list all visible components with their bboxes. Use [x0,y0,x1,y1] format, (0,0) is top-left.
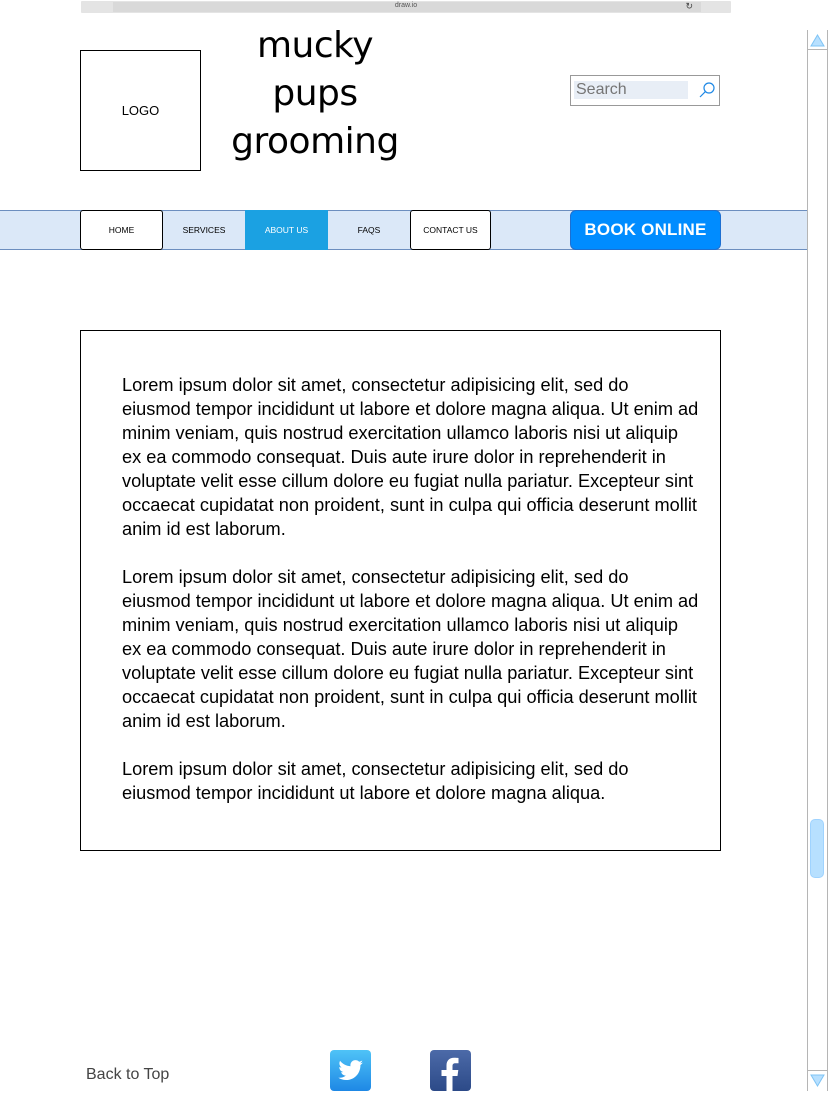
site-title-line: pups [272,73,358,114]
search-icon[interactable] [698,81,716,99]
nav-faqs[interactable]: FAQS [328,210,410,250]
browser-url: draw.io [394,2,418,9]
browser-address-bar[interactable]: draw.io ↻ [81,1,731,13]
twitter-icon[interactable] [330,1050,371,1091]
scroll-thumb[interactable] [810,819,824,878]
scroll-up-button[interactable] [808,31,827,50]
content-paragraph: Lorem ipsum dolor sit amet, consectetur … [122,375,699,539]
content-paragraph: Lorem ipsum dolor sit amet, consectetur … [122,759,629,803]
facebook-icon[interactable] [430,1050,471,1091]
site-title-line: mucky [256,25,374,66]
arrow-down-icon [810,1074,825,1087]
site-title-line: grooming [231,121,399,162]
vertical-scrollbar[interactable] [807,30,828,1091]
reload-icon[interactable]: ↻ [685,1,693,12]
search-box[interactable] [570,75,720,106]
scroll-down-button[interactable] [808,1070,827,1089]
logo-placeholder[interactable]: LOGO [80,50,201,171]
logo-label: LOGO [121,103,160,118]
nav-home[interactable]: HOME [80,210,163,250]
nav-contact-us[interactable]: CONTACT US [410,210,491,250]
arrow-up-icon [810,34,825,47]
site-title: mucky pups grooming [215,22,415,166]
book-online-button[interactable]: BOOK ONLINE [570,210,721,250]
content-panel: Lorem ipsum dolor sit amet, consectetur … [80,330,721,851]
nav-services[interactable]: SERVICES [163,210,245,250]
back-to-top-link[interactable]: Back to Top [86,1066,169,1084]
nav-about-us[interactable]: ABOUT US [245,210,328,250]
search-input[interactable] [574,81,688,99]
content-paragraph: Lorem ipsum dolor sit amet, consectetur … [122,567,699,731]
